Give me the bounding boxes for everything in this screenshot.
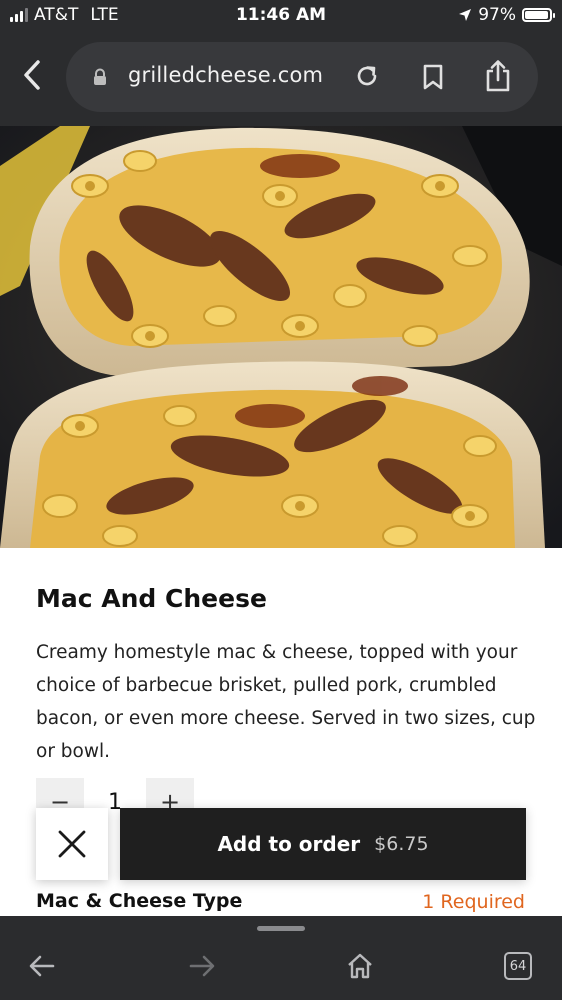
address-bar[interactable]: grilledcheese.com <box>66 42 538 112</box>
battery-group: 97% <box>458 5 555 25</box>
browser-bar: grilledcheese.com <box>0 34 562 126</box>
browser-toolbar: 64 <box>0 916 562 1000</box>
item-title: Mac And Cheese <box>36 584 267 613</box>
close-icon <box>58 830 86 858</box>
tabs-icon[interactable]: 64 <box>504 952 532 980</box>
add-to-order-label: Add to order <box>217 832 361 856</box>
order-price: $6.75 <box>374 833 429 855</box>
drag-handle[interactable] <box>257 926 305 931</box>
bookmark-icon[interactable] <box>422 63 444 91</box>
url-text[interactable]: grilledcheese.com <box>128 63 323 87</box>
item-photo <box>0 126 562 548</box>
forward-arrow-icon[interactable] <box>188 954 216 978</box>
battery-percent: 97% <box>478 5 516 25</box>
close-button[interactable] <box>36 808 108 880</box>
option-group-title: Mac & Cheese Type <box>36 890 243 912</box>
back-arrow-icon[interactable] <box>28 954 56 978</box>
item-description: Creamy homestyle mac & cheese, topped wi… <box>36 642 536 762</box>
lock-icon <box>94 68 106 85</box>
reload-icon[interactable] <box>354 63 380 89</box>
location-arrow-icon <box>459 9 472 21</box>
share-icon[interactable] <box>484 59 512 93</box>
status-bar: AT&T LTE 11:46 AM 97% <box>0 0 562 34</box>
back-icon[interactable] <box>18 58 48 92</box>
burrito-photo <box>0 126 562 548</box>
required-badge: 1 Required <box>422 891 525 913</box>
home-icon[interactable] <box>346 952 374 980</box>
add-to-order-button[interactable]: Add to order $6.75 <box>120 808 526 880</box>
battery-icon <box>522 8 555 22</box>
